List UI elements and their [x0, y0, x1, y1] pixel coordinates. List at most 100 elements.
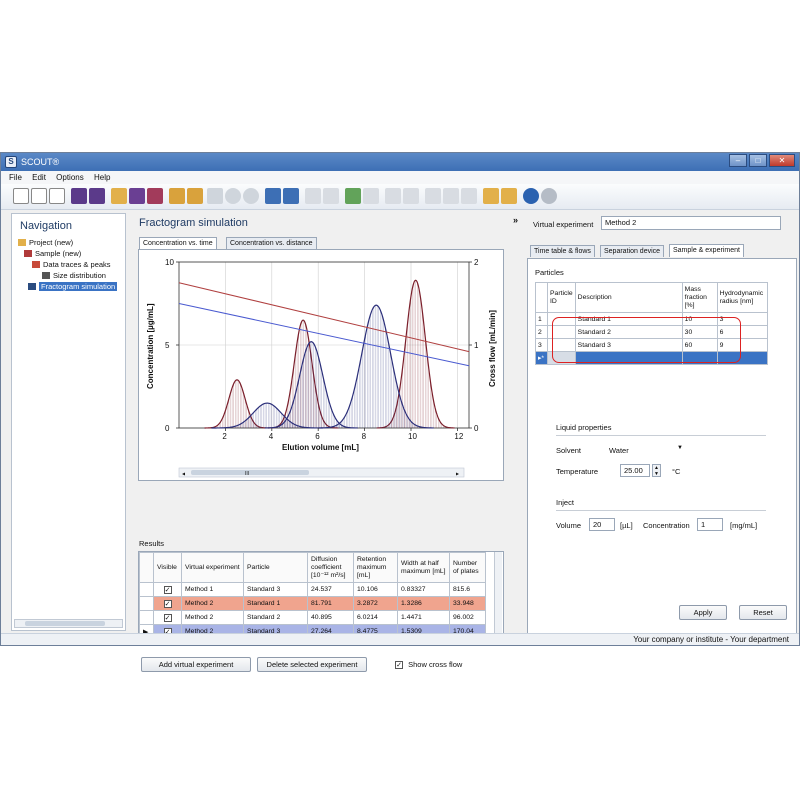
collapse-panel-button[interactable]: »	[513, 215, 518, 225]
visible-checkbox[interactable]: ✓	[163, 585, 172, 594]
results-label: Results	[139, 539, 165, 548]
cell-diffusion: 81.791	[307, 596, 354, 611]
save-project-icon[interactable]	[129, 188, 145, 204]
col-particle: Particle	[243, 552, 308, 583]
visible-checkbox[interactable]: ✓	[163, 599, 172, 608]
new-project-icon[interactable]	[31, 188, 47, 204]
flask-icon[interactable]	[363, 188, 379, 204]
tab-separation-device[interactable]: Separation device	[600, 245, 665, 257]
help-icon[interactable]	[541, 188, 557, 204]
add-virtual-experiment-button[interactable]: Add virtual experiment	[141, 657, 251, 672]
table-row[interactable]: ✓ Method 1 Standard 3 24.537 10.106 0.83…	[139, 582, 486, 597]
concentration-unit: [mg/mL]	[730, 521, 758, 530]
solvent-select[interactable]: Water	[609, 446, 629, 455]
new-file-icon[interactable]	[13, 188, 29, 204]
history-icon[interactable]	[225, 188, 241, 204]
menu-file[interactable]: File	[9, 173, 22, 182]
calculate-icon[interactable]	[265, 188, 281, 204]
show-cross-flow-checkbox[interactable]: ✓	[395, 661, 403, 669]
tree-item-project[interactable]: Project (new)	[18, 238, 73, 247]
table-row[interactable]: ✓ Method 2 Standard 1 81.791 3.2872 1.32…	[139, 596, 486, 611]
copy-icon[interactable]	[443, 188, 459, 204]
row-header[interactable]	[139, 596, 154, 611]
temperature-stepper[interactable]: ▲ ▼	[652, 464, 661, 477]
show-cross-flow-toggle[interactable]: ✓ Show cross flow	[395, 660, 462, 669]
x-tick-label: 10	[408, 432, 417, 441]
fractogram-chart: 2 4 6 8 10 120510012Elution volume [mL]Concen…	[146, 258, 497, 478]
tree-item-size-distribution[interactable]: Size distribution	[42, 271, 106, 280]
y2-tick-label: 1	[474, 341, 479, 350]
peak-curve	[267, 319, 339, 429]
peak-curve	[211, 402, 323, 429]
maximize-button[interactable]: □	[749, 154, 767, 167]
close-button[interactable]: ✕	[769, 154, 795, 167]
minimize-button[interactable]: –	[729, 154, 747, 167]
app-window: S SCOUT® – □ ✕ File Edit Options Help Na…	[0, 152, 800, 672]
cut-icon[interactable]	[425, 188, 441, 204]
nav-scrollbar[interactable]	[14, 619, 123, 628]
row-header-corner	[139, 552, 154, 583]
menu-edit[interactable]: Edit	[32, 173, 46, 182]
cell-diffusion: 24.537	[307, 582, 354, 597]
row-header[interactable]	[139, 582, 154, 597]
volume-unit: [µL]	[620, 521, 633, 530]
menu-help[interactable]: Help	[94, 173, 110, 182]
results-scrollbar[interactable]	[494, 552, 502, 642]
import-icon[interactable]	[169, 188, 185, 204]
col-hydrodynamic-radius: Hydrodynamic radius [nm]	[716, 282, 768, 313]
save-as-icon[interactable]	[89, 188, 105, 204]
tree-item-data-traces[interactable]: Data traces & peaks	[32, 260, 111, 269]
tab-sample-experiment[interactable]: Sample & experiment	[669, 244, 744, 257]
results-table-container: Visible Virtual experiment Particle Diff…	[138, 551, 504, 643]
reset-button[interactable]: Reset	[739, 605, 787, 620]
new-sample-icon[interactable]	[49, 188, 65, 204]
particle-id-cell: 2	[535, 325, 548, 339]
x-tick-label: 2	[222, 432, 227, 441]
export-icon[interactable]	[187, 188, 203, 204]
tree-item-sample[interactable]: Sample (new)	[24, 249, 81, 258]
info-icon[interactable]	[523, 188, 539, 204]
tab-concentration-vs-distance[interactable]: Concentration vs. distance	[226, 237, 317, 249]
add-peak-icon[interactable]	[345, 188, 361, 204]
row-header[interactable]	[139, 610, 154, 625]
volume-field[interactable]: 20	[589, 518, 615, 531]
simulate-icon[interactable]	[283, 188, 299, 204]
edit-icon[interactable]	[385, 188, 401, 204]
measure-icon[interactable]	[305, 188, 321, 204]
new-row-marker[interactable]: ▸*	[535, 351, 548, 365]
save-all-icon[interactable]	[147, 188, 163, 204]
undo-icon[interactable]	[207, 188, 223, 204]
open-folder-icon[interactable]	[111, 188, 127, 204]
table-row[interactable]: ✓ Method 2 Standard 2 40.895 6.0214 1.44…	[139, 610, 486, 625]
virtual-experiment-field[interactable]: Method 2	[601, 216, 781, 230]
apply-button[interactable]: Apply	[679, 605, 727, 620]
col-mass-fraction: Mass fraction [%]	[681, 282, 718, 313]
toolbar	[1, 184, 799, 210]
triangle-icon[interactable]	[501, 188, 517, 204]
temperature-label: Temperature	[556, 467, 599, 476]
paste-icon[interactable]	[461, 188, 477, 204]
menu-options[interactable]: Options	[56, 173, 84, 182]
tab-time-table-flows[interactable]: Time table & flows	[530, 245, 595, 257]
report-icon[interactable]	[483, 188, 499, 204]
cell-retention: 6.0214	[353, 610, 398, 625]
tree-label: Sample (new)	[35, 249, 82, 258]
redo-icon[interactable]	[243, 188, 259, 204]
save-icon[interactable]	[71, 188, 87, 204]
x-tick-label: 4	[269, 432, 274, 441]
tree-item-fractogram-simulation[interactable]: Fractogram simulation	[28, 282, 118, 291]
col-diffusion: Diffusion coefficient [10⁻¹² m²/s]	[307, 552, 354, 583]
concentration-label: Concentration	[643, 521, 690, 530]
pen-icon[interactable]	[403, 188, 419, 204]
tree-label: Fractogram simulation	[39, 282, 118, 291]
distribution-icon	[42, 272, 50, 279]
status-bar: Your company or institute - Your departm…	[1, 633, 799, 645]
temperature-field[interactable]: 25.00	[620, 464, 650, 477]
tree-label: Project (new)	[29, 238, 74, 247]
chevron-down-icon[interactable]: ▼	[677, 445, 683, 451]
cell-particle: Standard 3	[243, 582, 308, 597]
ruler-icon[interactable]	[323, 188, 339, 204]
concentration-field[interactable]: 1	[697, 518, 723, 531]
visible-checkbox[interactable]: ✓	[163, 613, 172, 622]
delete-selected-experiment-button[interactable]: Delete selected experiment	[257, 657, 367, 672]
